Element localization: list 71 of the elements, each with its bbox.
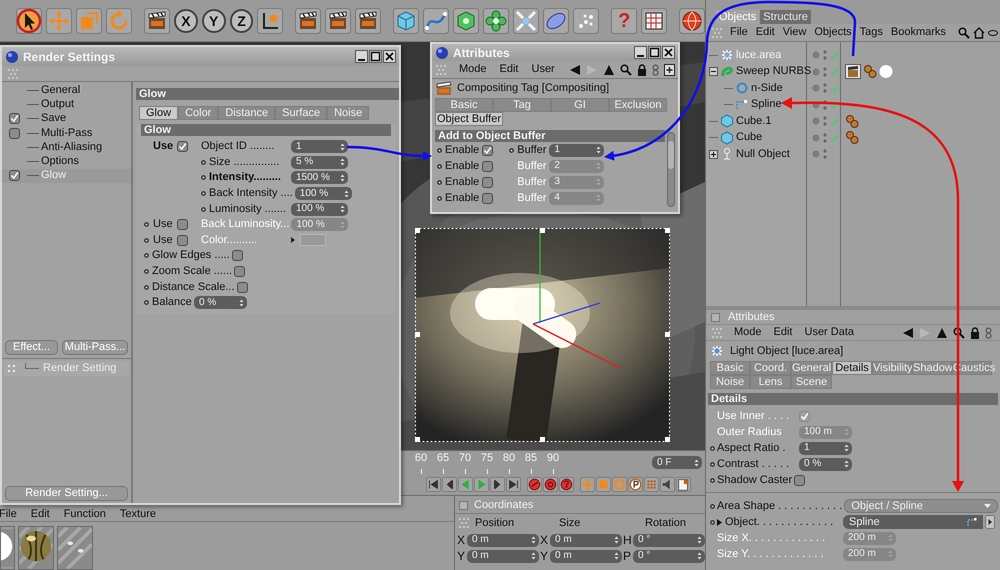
menu-item[interactable]: Mode — [734, 327, 762, 338]
axis-label: Y — [540, 550, 549, 562]
menu-item[interactable]: File — [0, 509, 17, 520]
section-header: Details — [708, 393, 998, 405]
field-label: Aspect Ratio . — [717, 442, 786, 454]
axis-label: X — [540, 534, 549, 546]
menu-item[interactable]: Edit — [774, 327, 792, 338]
field-label: Object. . . . . . . . . . . . . — [725, 516, 834, 528]
object-name[interactable]: Spline — [751, 99, 782, 110]
tab[interactable]: Noise — [710, 375, 750, 389]
number-field[interactable]: 0 ° — [633, 550, 705, 562]
field-label: Size X. . . . . . . . . . . . . — [717, 532, 826, 544]
number-field[interactable]: 0 ° — [633, 534, 705, 546]
number-field[interactable]: 0 m — [550, 550, 622, 562]
menu-item[interactable]: Edit — [756, 27, 775, 38]
number-field[interactable]: 1 — [799, 442, 852, 454]
field-label: Size Y. . . . . . . . . . . . . — [717, 548, 824, 560]
tab[interactable]: Details — [832, 361, 872, 375]
tab[interactable]: Shadow — [912, 361, 952, 375]
tick-label: 60 — [414, 453, 428, 464]
object-header: Light Object [luce.area] — [730, 346, 844, 356]
frame-field[interactable]: 0 F — [652, 456, 702, 469]
tab[interactable]: Scene — [791, 375, 832, 389]
menu-item[interactable]: User Data — [804, 327, 854, 338]
number-field[interactable]: 0 m — [467, 550, 539, 562]
link-field[interactable]: Spline — [843, 515, 983, 529]
menu-item[interactable]: Edit — [30, 509, 50, 520]
menu-item[interactable]: View — [782, 27, 806, 38]
tab[interactable]: Lens — [750, 375, 791, 389]
tick-label: 80 — [502, 453, 516, 464]
number-field[interactable]: 0 % — [799, 458, 852, 470]
number-field[interactable]: 0 m — [467, 534, 539, 546]
axis-button[interactable]: Z — [230, 8, 254, 32]
axis-label: X — [457, 534, 466, 546]
tab[interactable]: Coord. — [750, 361, 791, 375]
column-header: Size — [558, 518, 582, 528]
menu-item[interactable]: Tags — [860, 27, 883, 38]
tick-label: 85 — [524, 453, 538, 464]
panel-tab[interactable]: Structure — [760, 10, 811, 24]
tab[interactable]: General — [791, 361, 832, 375]
column-header: Rotation — [644, 518, 686, 528]
tick-label: 65 — [436, 453, 450, 464]
field-label: Use Inner . . . . — [717, 410, 790, 422]
field-label: Area Shape . . . . . . . . . . . — [717, 500, 842, 512]
menu-item[interactable]: File — [730, 27, 748, 38]
object-name[interactable]: Cube.1 — [736, 116, 772, 127]
number-field[interactable]: 0 m — [550, 534, 622, 546]
axis-button[interactable]: Y — [202, 8, 226, 32]
field-label: Outer Radius — [717, 426, 782, 438]
axis-label: P — [623, 550, 632, 562]
field-label: Contrast . . . . . — [717, 458, 790, 470]
menu-item[interactable]: Texture — [120, 509, 156, 520]
axis-label: H — [623, 534, 632, 546]
tick-label: 90 — [546, 453, 560, 464]
menu-item[interactable]: Function — [64, 509, 106, 520]
tick-label: 70 — [458, 453, 472, 464]
tick-label: 75 — [480, 453, 494, 464]
panel-title: Attributes — [728, 312, 774, 322]
tab[interactable]: Visibility — [872, 361, 912, 375]
object-name[interactable]: Sweep NURBS — [736, 66, 812, 78]
column-header: Position — [474, 518, 516, 528]
tab[interactable]: Basic — [710, 361, 750, 375]
axis-button[interactable]: X — [174, 8, 198, 32]
axis-label: Y — [457, 550, 466, 562]
object-name[interactable]: Null Object — [736, 148, 790, 160]
object-name[interactable]: n-Side — [751, 82, 783, 94]
menu-item[interactable]: Objects — [814, 27, 852, 38]
object-name[interactable]: Cube — [736, 132, 762, 144]
field-label: Shadow Caster — [717, 474, 792, 486]
menu-item[interactable]: Bookmarks — [890, 27, 946, 38]
panel-title: Coordinates — [474, 500, 534, 511]
